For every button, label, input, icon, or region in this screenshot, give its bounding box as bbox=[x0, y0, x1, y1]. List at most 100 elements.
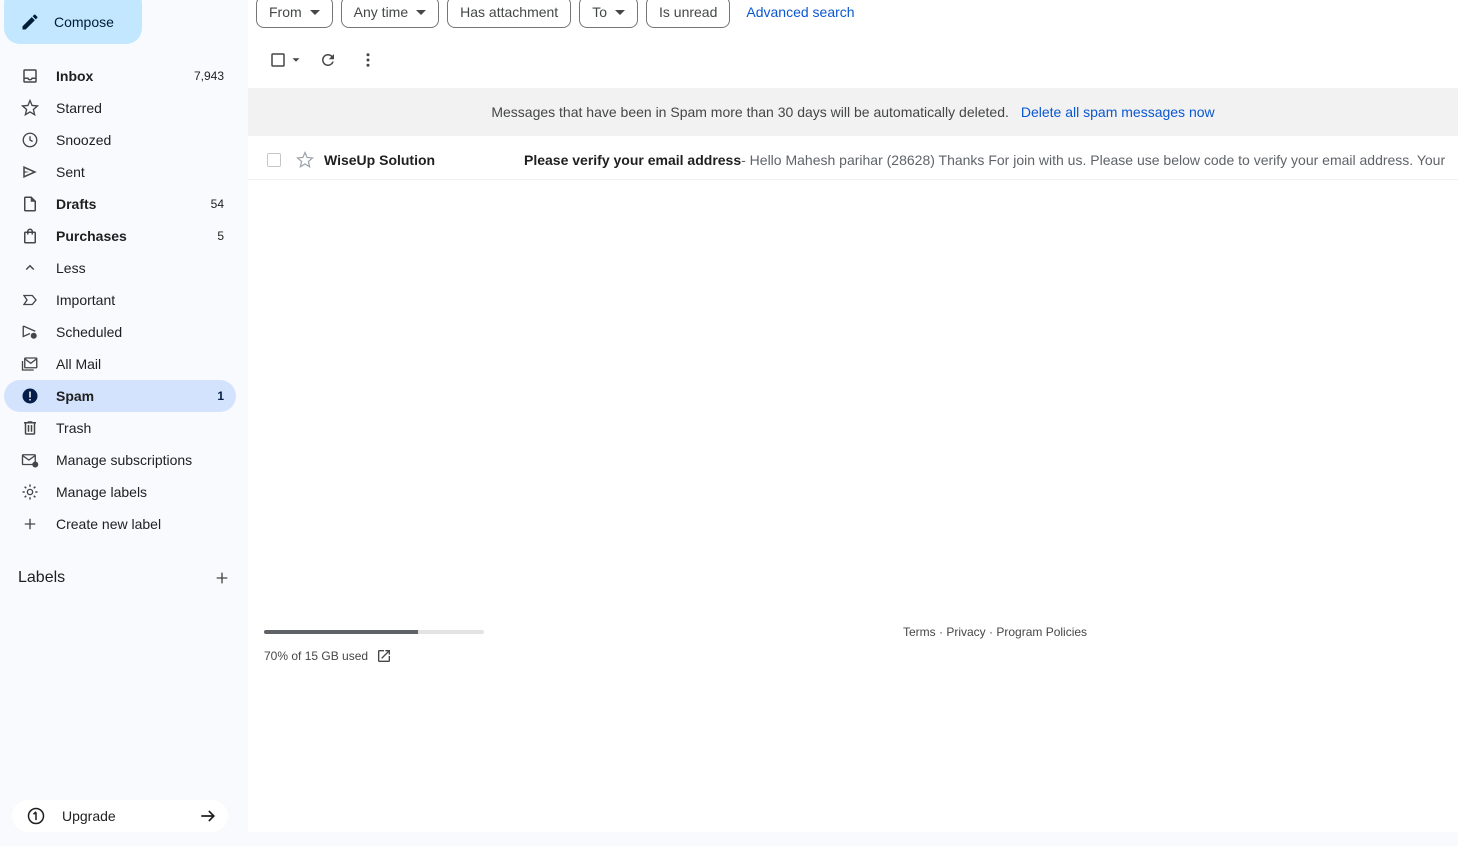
storage-info: 70% of 15 GB used bbox=[264, 648, 484, 664]
nav-label: Manage subscriptions bbox=[56, 452, 193, 468]
nav-label: All Mail bbox=[56, 356, 102, 372]
search-filters: From Any time Has attachment To Is unrea… bbox=[256, 0, 855, 28]
nav-item-purchases[interactable]: Purchases 5 bbox=[4, 220, 236, 252]
nav-item-manage-labels[interactable]: Manage labels bbox=[4, 476, 236, 508]
nav-label: Purchases bbox=[56, 228, 127, 244]
main-panel: From Any time Has attachment To Is unrea… bbox=[248, 0, 1458, 832]
privacy-link[interactable]: Privacy bbox=[946, 625, 985, 639]
arrow-right-icon bbox=[201, 810, 216, 822]
nav-item-inbox[interactable]: Inbox 7,943 bbox=[4, 60, 236, 92]
more-vert-icon bbox=[366, 53, 370, 67]
nav-item-starred[interactable]: Starred bbox=[4, 92, 236, 124]
chip-label: Is unread bbox=[659, 4, 718, 20]
all-mail-icon bbox=[20, 354, 40, 374]
add-label-icon[interactable] bbox=[214, 570, 230, 586]
row-checkbox[interactable] bbox=[267, 152, 281, 167]
nav-label: Sent bbox=[56, 164, 85, 180]
subscriptions-icon bbox=[20, 450, 40, 470]
refresh-button[interactable] bbox=[308, 48, 348, 72]
storage-text: 70% of 15 GB used bbox=[264, 649, 369, 663]
send-icon bbox=[20, 162, 40, 182]
caret-down-icon bbox=[416, 9, 427, 15]
nav-count: 54 bbox=[210, 197, 224, 211]
email-subject: Please verify your email address bbox=[524, 151, 742, 168]
nav-label: Inbox bbox=[56, 68, 94, 84]
nav-count: 5 bbox=[217, 229, 224, 243]
checkbox-icon bbox=[271, 53, 285, 67]
nav-count: 7,943 bbox=[193, 69, 224, 83]
select-all-checkbox[interactable] bbox=[264, 48, 308, 72]
nav-item-spam[interactable]: Spam 1 bbox=[4, 380, 236, 412]
gear-icon bbox=[20, 482, 40, 502]
more-options-button[interactable] bbox=[348, 48, 388, 72]
nav-list: Inbox 7,943 Starred Snoozed Sent Drafts … bbox=[4, 60, 236, 540]
shopping-bag-icon bbox=[20, 226, 40, 246]
storage-meter: 70% of 15 GB used bbox=[264, 630, 484, 664]
caret-down-icon bbox=[615, 9, 625, 15]
advanced-search-link[interactable]: Advanced search bbox=[746, 4, 854, 20]
footer-links: Terms · Privacy · Program Policies bbox=[903, 625, 1087, 639]
nav-item-important[interactable]: Important bbox=[4, 284, 236, 316]
clock-icon bbox=[20, 130, 40, 150]
spam-banner: Messages that have been in Spam more tha… bbox=[248, 88, 1458, 136]
filter-to[interactable]: To bbox=[579, 0, 638, 28]
chip-label: Any time bbox=[353, 4, 409, 20]
nav-item-scheduled[interactable]: Scheduled bbox=[4, 316, 236, 348]
upgrade-icon bbox=[27, 807, 45, 825]
nav-item-create-label[interactable]: Create new label bbox=[4, 508, 236, 540]
delete-all-spam-link[interactable]: Delete all spam messages now bbox=[1021, 104, 1215, 120]
compose-button[interactable]: Compose bbox=[4, 0, 142, 44]
nav-label: Create new label bbox=[56, 516, 162, 532]
nav-label: Spam bbox=[56, 388, 95, 404]
footer-separator: · bbox=[935, 625, 947, 639]
filter-any-time[interactable]: Any time bbox=[340, 0, 440, 28]
plus-icon bbox=[20, 514, 40, 534]
nav-item-snoozed[interactable]: Snoozed bbox=[4, 124, 236, 156]
nav-count: 1 bbox=[217, 389, 224, 403]
storage-bar bbox=[264, 630, 484, 634]
email-sender: WiseUp Solution bbox=[324, 151, 436, 168]
filter-from[interactable]: From bbox=[256, 0, 333, 28]
upgrade-button[interactable]: Upgrade bbox=[12, 800, 228, 832]
nav-label: Scheduled bbox=[56, 324, 123, 340]
spam-icon bbox=[20, 386, 40, 406]
star-icon bbox=[20, 98, 40, 118]
nav-item-less[interactable]: Less bbox=[4, 252, 236, 284]
nav-label: Starred bbox=[56, 100, 102, 116]
storage-bar-fill bbox=[264, 630, 418, 634]
terms-link[interactable]: Terms bbox=[903, 625, 936, 639]
compose-label: Compose bbox=[54, 14, 114, 30]
labels-title: Labels bbox=[18, 569, 66, 586]
nav-label: Trash bbox=[56, 420, 92, 436]
nav-item-trash[interactable]: Trash bbox=[4, 412, 236, 444]
filter-has-attachment[interactable]: Has attachment bbox=[447, 0, 572, 28]
caret-down-icon bbox=[292, 58, 300, 62]
scheduled-send-icon bbox=[20, 322, 40, 342]
upgrade-label: Upgrade bbox=[62, 808, 116, 824]
footer-separator: · bbox=[985, 625, 997, 639]
refresh-icon bbox=[322, 54, 334, 66]
trash-icon bbox=[20, 418, 40, 438]
star-toggle-icon[interactable] bbox=[296, 150, 314, 169]
spam-banner-message: Messages that have been in Spam more tha… bbox=[491, 104, 1009, 120]
nav-item-all-mail[interactable]: All Mail bbox=[4, 348, 236, 380]
inbox-icon bbox=[20, 66, 40, 86]
nav-label: Important bbox=[56, 292, 116, 308]
nav-item-sent[interactable]: Sent bbox=[4, 156, 236, 188]
caret-down-icon bbox=[309, 9, 320, 15]
toolbar bbox=[264, 48, 388, 72]
email-row[interactable]: WiseUp Solution Please verify your email… bbox=[248, 140, 1458, 180]
draft-icon bbox=[20, 194, 40, 214]
open-external-icon[interactable] bbox=[376, 648, 392, 664]
program-policies-link[interactable]: Program Policies bbox=[996, 625, 1087, 639]
nav-label: Manage labels bbox=[56, 484, 148, 500]
pencil-icon bbox=[22, 14, 38, 30]
filter-is-unread[interactable]: Is unread bbox=[646, 0, 731, 28]
chip-label: Has attachment bbox=[460, 4, 559, 20]
email-snippet: - Hello Mahesh parihar (28628) Thanks Fo… bbox=[741, 151, 1446, 168]
nav-label: Less bbox=[56, 260, 86, 276]
nav-item-drafts[interactable]: Drafts 54 bbox=[4, 188, 236, 220]
chip-label: From bbox=[269, 4, 302, 20]
nav-label: Snoozed bbox=[56, 132, 112, 148]
nav-item-manage-subscriptions[interactable]: Manage subscriptions bbox=[4, 444, 236, 476]
